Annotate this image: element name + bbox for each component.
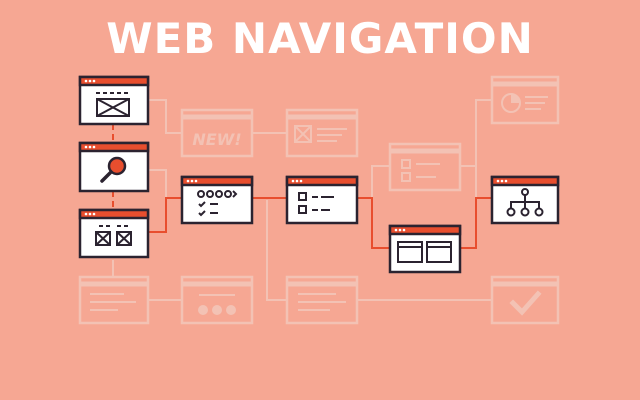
window-controls [84, 212, 96, 216]
navigation-flow-diagram: NEW! [78, 75, 560, 325]
connector-search-to-steps [148, 169, 182, 199]
done-window[interactable] [490, 275, 560, 325]
window-controls [84, 79, 96, 83]
connector-steps-to-article [266, 200, 287, 301]
window-controls [84, 145, 96, 149]
search-window[interactable] [78, 141, 150, 193]
window-controls [186, 179, 198, 183]
text-lines-icon [298, 293, 346, 311]
connector-sitemap-to-pie [475, 99, 492, 198]
text-lines-icon [90, 293, 136, 311]
pagination-window[interactable] [180, 275, 254, 325]
window-controls [291, 179, 303, 183]
connector-option-to-checklist [357, 165, 390, 199]
connector-panels-to-sitemap [460, 197, 492, 249]
connector-hero-to-new [148, 99, 182, 134]
two-panel-window[interactable] [388, 224, 462, 274]
checklist-icon [401, 159, 440, 182]
pie-chart-window[interactable] [490, 75, 560, 125]
connector-gallery-to-steps [148, 197, 182, 233]
checkmark-icon [509, 290, 542, 316]
window-controls [496, 179, 508, 183]
hero-image-window[interactable] [78, 75, 150, 126]
text-list-window[interactable] [78, 275, 150, 325]
sitemap-window[interactable] [490, 175, 560, 225]
gallery-window[interactable] [78, 208, 150, 259]
image-text-icon [294, 125, 347, 143]
pagination-icon [198, 294, 236, 315]
new-badge-label: NEW! [192, 130, 241, 149]
new-badge-window[interactable]: NEW! [180, 108, 254, 158]
article-window[interactable] [285, 275, 359, 325]
form-steps-window[interactable] [180, 175, 254, 225]
option-list-window[interactable] [285, 175, 359, 225]
media-text-window[interactable] [285, 108, 359, 158]
window-controls [394, 228, 406, 232]
connector-options-to-panels [357, 197, 390, 249]
checklist-window[interactable] [388, 142, 462, 192]
pie-chart-icon [501, 93, 548, 113]
